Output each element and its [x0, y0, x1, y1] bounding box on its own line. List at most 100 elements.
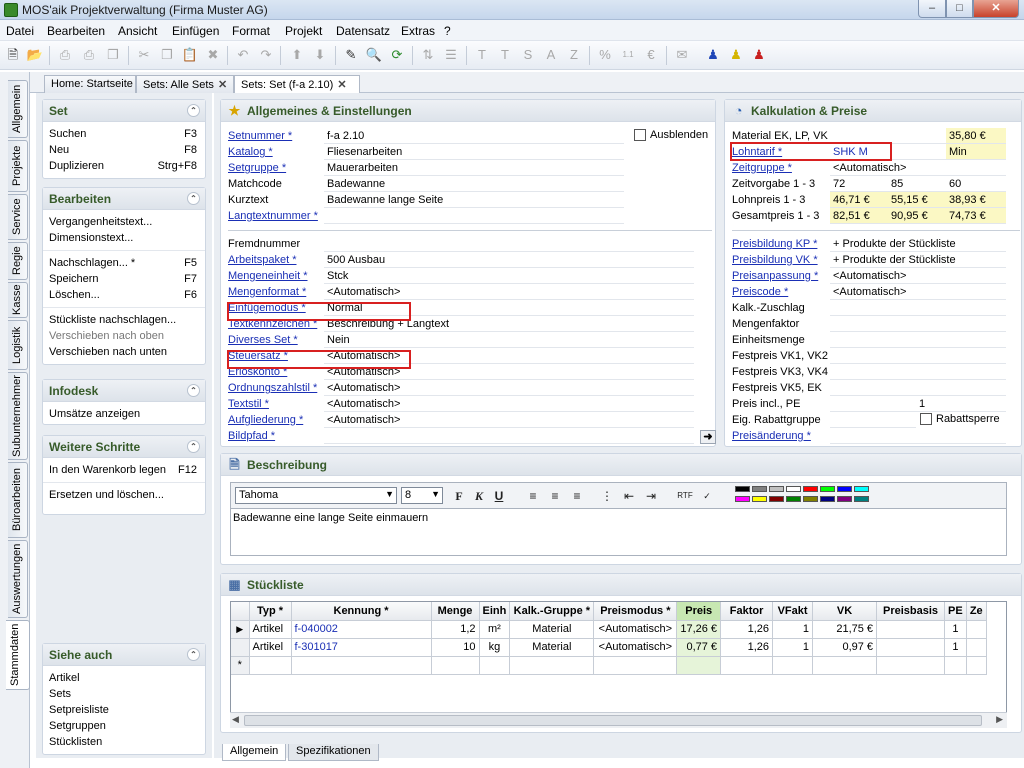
column-header[interactable]: Preismodus * — [593, 602, 678, 621]
task-stueckliste-nachschlagen[interactable]: Stückliste nachschlagen... — [43, 312, 205, 328]
side-tab-stammdaten[interactable]: Stammdaten — [6, 620, 30, 690]
color-swatch[interactable] — [786, 496, 801, 502]
color-swatch[interactable] — [769, 486, 784, 492]
field-value[interactable]: <Automatisch> — [324, 412, 694, 428]
field-value[interactable]: <Automatisch> — [324, 284, 694, 300]
field-label[interactable]: Diverses Set * — [228, 334, 298, 346]
festpreis-vk3[interactable] — [830, 364, 916, 380]
field-label[interactable]: Setnummer * — [228, 130, 292, 142]
copy-icon[interactable]: ❐ — [158, 46, 176, 64]
field-value[interactable]: Nein — [324, 332, 694, 348]
horizontal-scrollbar[interactable]: ◀ ▶ — [230, 712, 1007, 728]
close-button[interactable]: ✕ — [973, 0, 1019, 18]
menu-bearbeiten[interactable]: Bearbeiten — [47, 24, 105, 38]
column-header[interactable]: Ze — [966, 602, 987, 621]
field-value[interactable] — [324, 208, 624, 224]
collapse-icon[interactable]: ⌃ — [187, 648, 200, 661]
column-header[interactable]: Menge — [431, 602, 480, 621]
color-swatch[interactable] — [752, 496, 767, 502]
color-swatch[interactable] — [837, 496, 852, 502]
field-value[interactable] — [324, 236, 694, 252]
panel-header[interactable]: Weitere Schritte ⌃ — [43, 436, 205, 458]
scroll-thumb[interactable] — [244, 715, 982, 726]
sort-icon[interactable]: ⇅ — [419, 46, 437, 64]
currency-icon[interactable]: € — [642, 46, 660, 64]
color-swatch[interactable] — [854, 486, 869, 492]
bullet-list-icon[interactable]: ⋮ — [599, 488, 615, 504]
zeitgruppe-value[interactable]: <Automatisch> — [830, 160, 1006, 176]
cell-menge[interactable]: 10 — [431, 638, 480, 657]
link-sets[interactable]: Sets — [43, 686, 205, 702]
field-value[interactable]: <Automatisch> — [324, 396, 694, 412]
color-swatch[interactable] — [803, 486, 818, 492]
font-select[interactable]: Tahoma ▼ — [235, 487, 397, 504]
cell-basis[interactable] — [876, 620, 946, 639]
task-neu[interactable]: Neu F8 — [43, 142, 205, 158]
new-row[interactable]: * — [231, 656, 987, 675]
cell-empty[interactable] — [876, 656, 946, 675]
description-editor[interactable]: Badewanne eine lange Seite einmauern — [230, 508, 1007, 556]
cell-empty[interactable] — [812, 656, 878, 675]
menu-einfuegen[interactable]: Einfügen — [172, 24, 219, 38]
task-warenkorb[interactable]: In den Warenkorb legen F12 — [43, 462, 205, 478]
panel-header[interactable]: Bearbeiten ⌃ — [43, 188, 205, 210]
bold-icon[interactable]: F — [451, 488, 467, 504]
collapse-icon[interactable]: ⌃ — [187, 192, 200, 205]
field-label[interactable]: Preisbildung VK * — [732, 254, 818, 266]
column-header[interactable]: Preisbasis — [876, 602, 946, 621]
tab-spezifikationen[interactable]: Spezifikationen — [288, 744, 379, 761]
field-value[interactable]: Stck — [324, 268, 694, 284]
cell-empty[interactable] — [249, 656, 292, 675]
field-label[interactable]: Preisanpassung * — [732, 270, 818, 282]
cell-einh[interactable]: kg — [479, 638, 511, 657]
field-label[interactable]: Preiscode * — [732, 286, 788, 298]
cell-empty[interactable] — [509, 656, 595, 675]
task-nachschlagen[interactable]: Nachschlagen... * F5 — [43, 255, 205, 271]
cell-ze[interactable] — [966, 620, 987, 639]
field-label[interactable]: Arbeitspaket * — [228, 254, 296, 266]
cell-empty[interactable] — [772, 656, 814, 675]
zeitvorgabe-3[interactable]: 60 — [946, 176, 1006, 192]
table-row[interactable]: Artikel f-301017 10 kg Material <Automatisch>… — [231, 638, 987, 657]
new-document-icon[interactable]: 🗎 — [4, 46, 22, 64]
paste-icon[interactable]: 📋 — [181, 46, 199, 64]
material-lp[interactable] — [888, 128, 946, 144]
side-tab-regie[interactable]: Regie — [8, 242, 28, 280]
task-ersetzen-loeschen[interactable]: Ersetzen und löschen... — [43, 487, 205, 503]
link-stuecklisten[interactable]: Stücklisten — [43, 734, 205, 750]
color-swatch[interactable] — [820, 486, 835, 492]
color-swatch[interactable] — [735, 496, 750, 502]
maximize-button[interactable]: □ — [946, 0, 973, 18]
preis-pe[interactable]: 1 — [916, 396, 1006, 412]
field-value[interactable]: Badewanne — [324, 176, 624, 192]
festpreis-vk2[interactable] — [916, 348, 1006, 364]
open-folder-icon[interactable]: 📂 — [26, 46, 44, 64]
field-value[interactable]: + Produkte der Stückliste — [830, 236, 1006, 252]
column-header[interactable]: Einh — [479, 602, 511, 621]
cell-empty[interactable] — [966, 656, 987, 675]
festpreis-vk1[interactable] — [830, 348, 916, 364]
festpreis-vk5[interactable] — [830, 380, 916, 396]
field-label[interactable]: Textstil * — [228, 398, 269, 410]
panel-header[interactable]: Set ⌃ — [43, 100, 205, 122]
column-header[interactable]: Kalk.-Gruppe * — [509, 602, 595, 621]
undo-icon[interactable]: ↶ — [234, 46, 252, 64]
font-size-select[interactable]: 8 ▼ — [401, 487, 443, 504]
cell-empty[interactable] — [676, 656, 722, 675]
task-loeschen[interactable]: Löschen... F6 — [43, 287, 205, 303]
zeitvorgabe-2[interactable]: 85 — [888, 176, 946, 192]
field-label[interactable]: Preisänderung * — [732, 430, 811, 442]
column-header[interactable]: Faktor — [720, 602, 774, 621]
menu-datensatz[interactable]: Datensatz — [336, 24, 390, 38]
field-value[interactable] — [830, 332, 1006, 348]
rtf-icon[interactable]: RTF — [677, 488, 693, 504]
scroll-right-icon[interactable]: ▶ — [996, 714, 1003, 725]
task-suchen[interactable]: Suchen F3 — [43, 126, 205, 142]
task-umsaetze[interactable]: Umsätze anzeigen — [43, 406, 205, 422]
zeitvorgabe-1[interactable]: 72 — [830, 176, 888, 192]
field-label[interactable]: Langtextnummer * — [228, 210, 318, 222]
cell-pe[interactable]: 1 — [944, 638, 967, 657]
field-value[interactable]: Fliesenarbeiten — [324, 144, 624, 160]
cell-vfakt[interactable]: 1 — [772, 638, 814, 657]
move-up-icon[interactable]: ⬆ — [288, 46, 306, 64]
